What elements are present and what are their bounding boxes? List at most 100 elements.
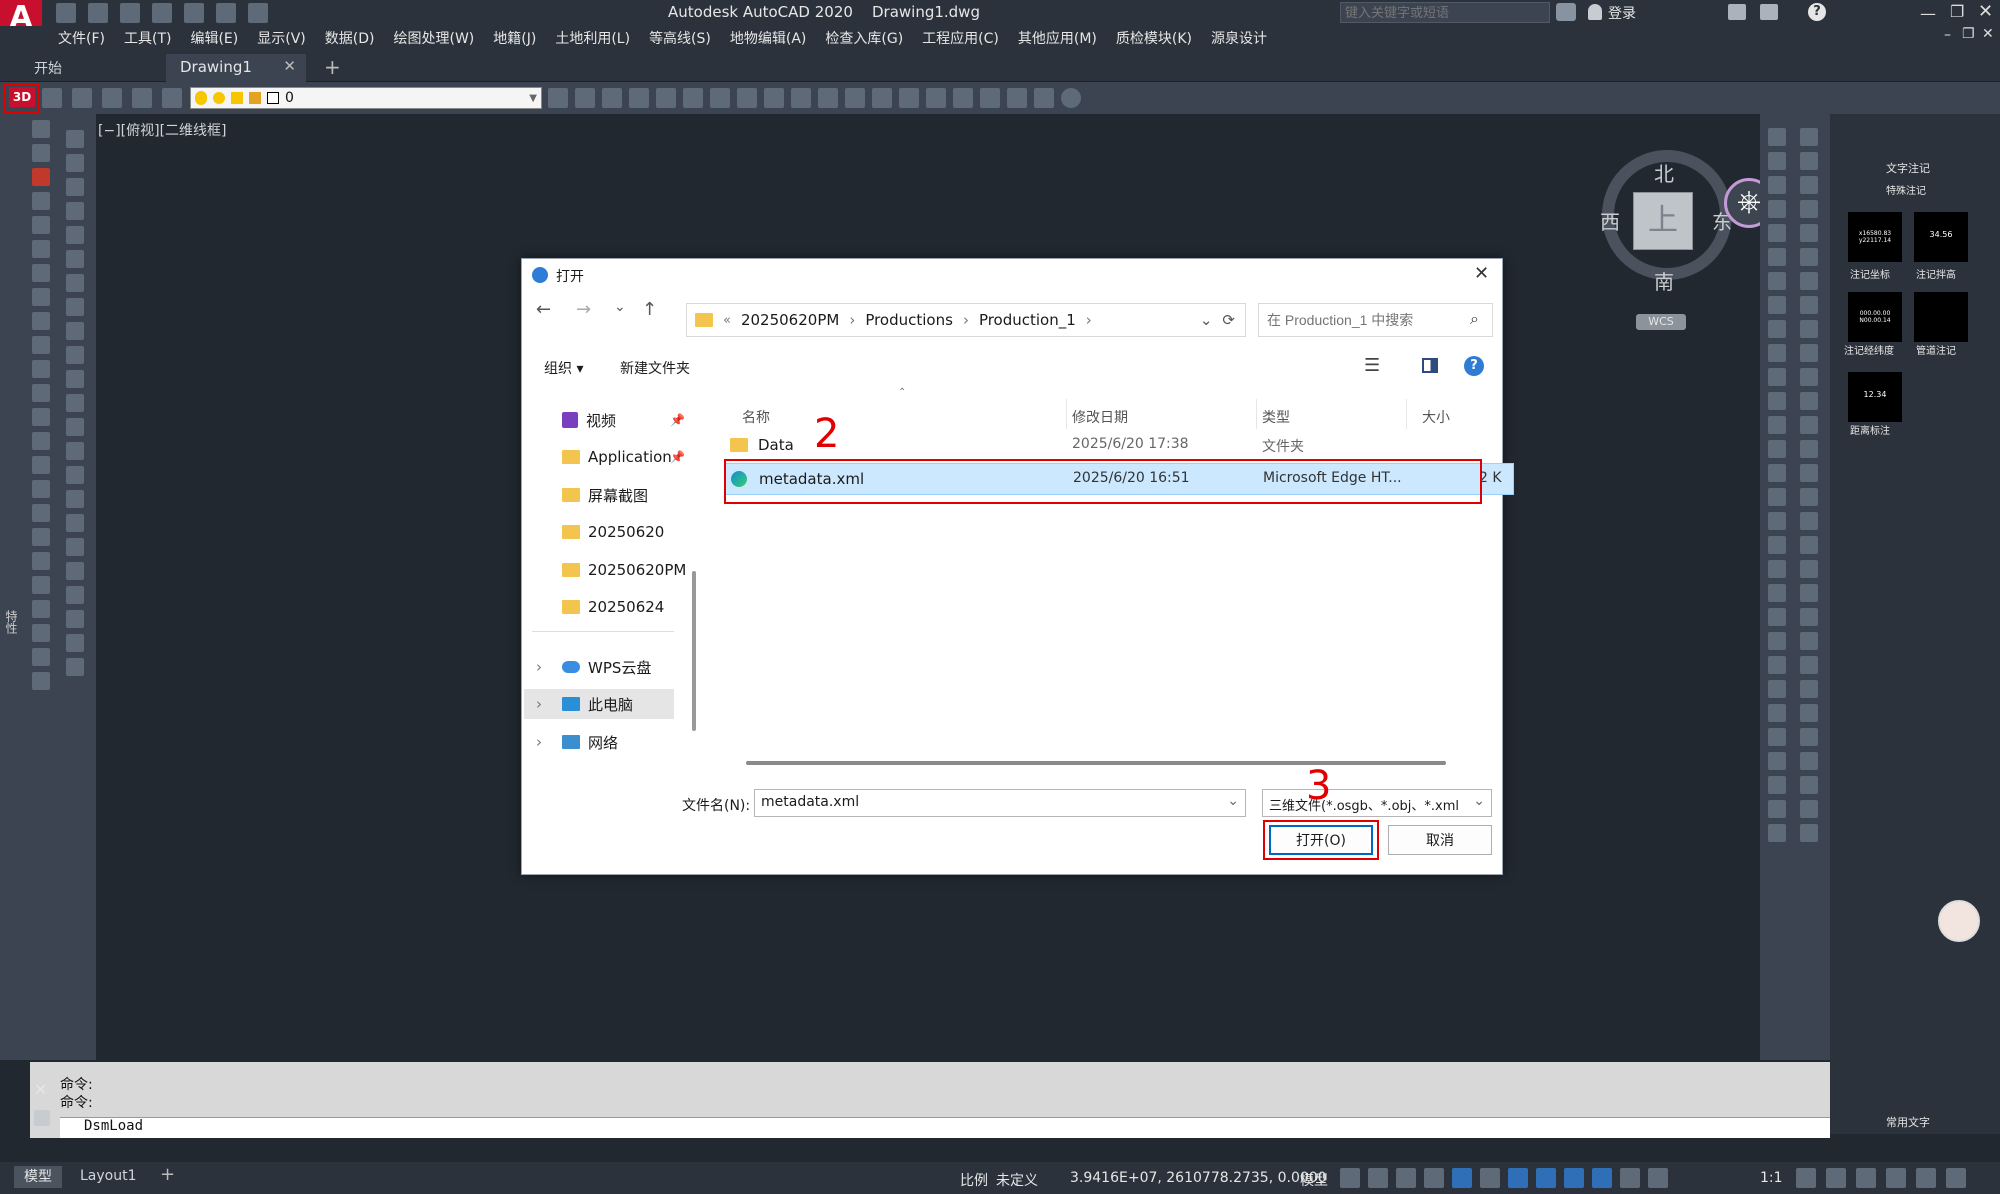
- breadcrumb-production-1[interactable]: Production_1: [979, 311, 1076, 329]
- draw-tool-icon[interactable]: [66, 442, 84, 460]
- dimension-tool-icon[interactable]: [1768, 704, 1786, 722]
- back-arrow-icon[interactable]: ←: [536, 299, 551, 320]
- modify-tool-icon[interactable]: [1800, 776, 1818, 794]
- left-tool-icon[interactable]: [32, 288, 50, 306]
- layout-tab-layout1[interactable]: Layout1: [80, 1168, 137, 1184]
- copy-icon[interactable]: [980, 88, 1000, 108]
- login-link[interactable]: 登录: [1608, 3, 1636, 23]
- dimension-tool-icon[interactable]: [1768, 608, 1786, 626]
- dimension-tool-icon[interactable]: [1768, 344, 1786, 362]
- left-tool-icon[interactable]: [32, 480, 50, 498]
- dimension-tool-icon[interactable]: [1768, 464, 1786, 482]
- zoom-window-icon[interactable]: [710, 88, 730, 108]
- tab-start[interactable]: 开始: [14, 54, 164, 80]
- draw-tool-icon[interactable]: [66, 298, 84, 316]
- tool-icon-b[interactable]: [72, 88, 92, 108]
- left-tool-icon[interactable]: [32, 336, 50, 354]
- user-icon[interactable]: [1588, 4, 1602, 20]
- left-tool-icon[interactable]: [32, 216, 50, 234]
- left-tool-icon[interactable]: [32, 408, 50, 426]
- menu-item[interactable]: 等高线(S): [649, 28, 711, 48]
- dimension-tool-icon[interactable]: [1768, 536, 1786, 554]
- viewcube[interactable]: 上 北 南 西 东: [1592, 140, 1742, 294]
- minimize-icon[interactable]: —: [1920, 4, 1936, 23]
- column-header-date[interactable]: 修改日期: [1072, 407, 1128, 427]
- dimension-tool-icon[interactable]: [1768, 176, 1786, 194]
- left-tool-icon[interactable]: [32, 432, 50, 450]
- grid-icon[interactable]: [1340, 1168, 1360, 1188]
- tool-icon-c[interactable]: [102, 88, 122, 108]
- filetype-select[interactable]: 三维文件(*.osgb、*.obj、*.xml ⌄: [1262, 789, 1492, 817]
- left-tool-icon[interactable]: [32, 576, 50, 594]
- modify-tool-icon[interactable]: [1800, 320, 1818, 338]
- compass-west[interactable]: 西: [1600, 206, 1620, 235]
- layout-tab-model[interactable]: 模型: [14, 1166, 62, 1188]
- dimension-tool-icon[interactable]: [1768, 248, 1786, 266]
- doc-minimize-icon[interactable]: –: [1944, 27, 1951, 43]
- modify-tool-icon[interactable]: [1800, 584, 1818, 602]
- nav-item-videos[interactable]: 视频 📌: [562, 405, 685, 435]
- draw-tool-icon[interactable]: [66, 178, 84, 196]
- autodesk-icon[interactable]: [1760, 4, 1778, 20]
- menu-item[interactable]: 土地利用(L): [555, 28, 630, 48]
- properties-icon[interactable]: [872, 88, 892, 108]
- table-icon[interactable]: [899, 88, 919, 108]
- dimension-tool-icon[interactable]: [1768, 320, 1786, 338]
- dimension-tool-icon[interactable]: [1768, 800, 1786, 818]
- autoscale-icon[interactable]: [1620, 1168, 1640, 1188]
- modify-tool-icon[interactable]: [1800, 392, 1818, 410]
- linetype-icon[interactable]: [548, 88, 568, 108]
- fullscreen-icon[interactable]: [1916, 1168, 1936, 1188]
- draw-tool-icon[interactable]: [66, 610, 84, 628]
- help-tool-icon[interactable]: [1061, 88, 1081, 108]
- doc-close-icon[interactable]: ✕: [1982, 26, 1994, 42]
- modify-tool-icon[interactable]: [1800, 128, 1818, 146]
- draw-tool-icon[interactable]: [66, 466, 84, 484]
- dialog-help-icon[interactable]: ?: [1464, 356, 1484, 376]
- command-input[interactable]: DsmLoad: [60, 1117, 1830, 1138]
- menu-item[interactable]: 文件(F): [58, 28, 105, 48]
- ortho-icon[interactable]: [1424, 1168, 1444, 1188]
- menu-item[interactable]: 工程应用(C): [922, 28, 999, 48]
- draw-tool-icon[interactable]: [66, 130, 84, 148]
- dimension-tool-icon[interactable]: [1768, 680, 1786, 698]
- assistant-avatar[interactable]: [1938, 900, 1980, 942]
- view-options-icon[interactable]: ☰: [1364, 355, 1380, 376]
- annot-thumb-pipe[interactable]: [1914, 292, 1968, 342]
- draw-tool-icon[interactable]: [66, 562, 84, 580]
- nav-item-20250620[interactable]: 20250620: [562, 517, 664, 547]
- address-dropdown-icon[interactable]: ⌄: [1200, 311, 1213, 329]
- left-tool-icon[interactable]: [32, 360, 50, 378]
- dimension-tool-icon[interactable]: [1768, 584, 1786, 602]
- properties-side-tab[interactable]: 特性: [2, 610, 20, 634]
- hardware-icon[interactable]: [1886, 1168, 1906, 1188]
- cart-icon[interactable]: [1728, 4, 1746, 20]
- nav-item-20250624[interactable]: 20250624: [562, 592, 664, 622]
- left-tool-icon[interactable]: [32, 192, 50, 210]
- new-folder-button[interactable]: 新建文件夹: [620, 358, 690, 378]
- draw-tool-icon[interactable]: [66, 658, 84, 676]
- osnap-icon[interactable]: [1536, 1168, 1556, 1188]
- nav-item-20250620pm[interactable]: 20250620PM: [562, 555, 686, 585]
- left-tool-icon[interactable]: [32, 384, 50, 402]
- left-tool-icon[interactable]: [32, 312, 50, 330]
- column-header-size[interactable]: 大小: [1422, 407, 1450, 427]
- draw-tool-icon[interactable]: [66, 154, 84, 172]
- modify-tool-icon[interactable]: [1800, 416, 1818, 434]
- breadcrumb-20250620pm[interactable]: 20250620PM: [741, 311, 839, 329]
- modify-tool-icon[interactable]: [1800, 536, 1818, 554]
- lineweight-icon[interactable]: [1564, 1168, 1584, 1188]
- workspace-gear-icon[interactable]: [1796, 1168, 1816, 1188]
- draw-tool-icon[interactable]: [66, 370, 84, 388]
- new-icon[interactable]: [88, 3, 108, 23]
- dimension-tool-icon[interactable]: [1768, 560, 1786, 578]
- pan-icon[interactable]: [656, 88, 676, 108]
- viewcube-top-face[interactable]: 上: [1633, 192, 1693, 250]
- dimension-tool-icon[interactable]: [1768, 488, 1786, 506]
- binoculars-icon[interactable]: [1556, 3, 1576, 21]
- menu-item[interactable]: 地籍(J): [493, 28, 536, 48]
- redo-tool-icon[interactable]: [845, 88, 865, 108]
- model-space-toggle[interactable]: 模型: [1300, 1170, 1328, 1190]
- customize-menu-icon[interactable]: [1946, 1168, 1966, 1188]
- nav-item-screenshots[interactable]: 屏幕截图: [562, 480, 648, 510]
